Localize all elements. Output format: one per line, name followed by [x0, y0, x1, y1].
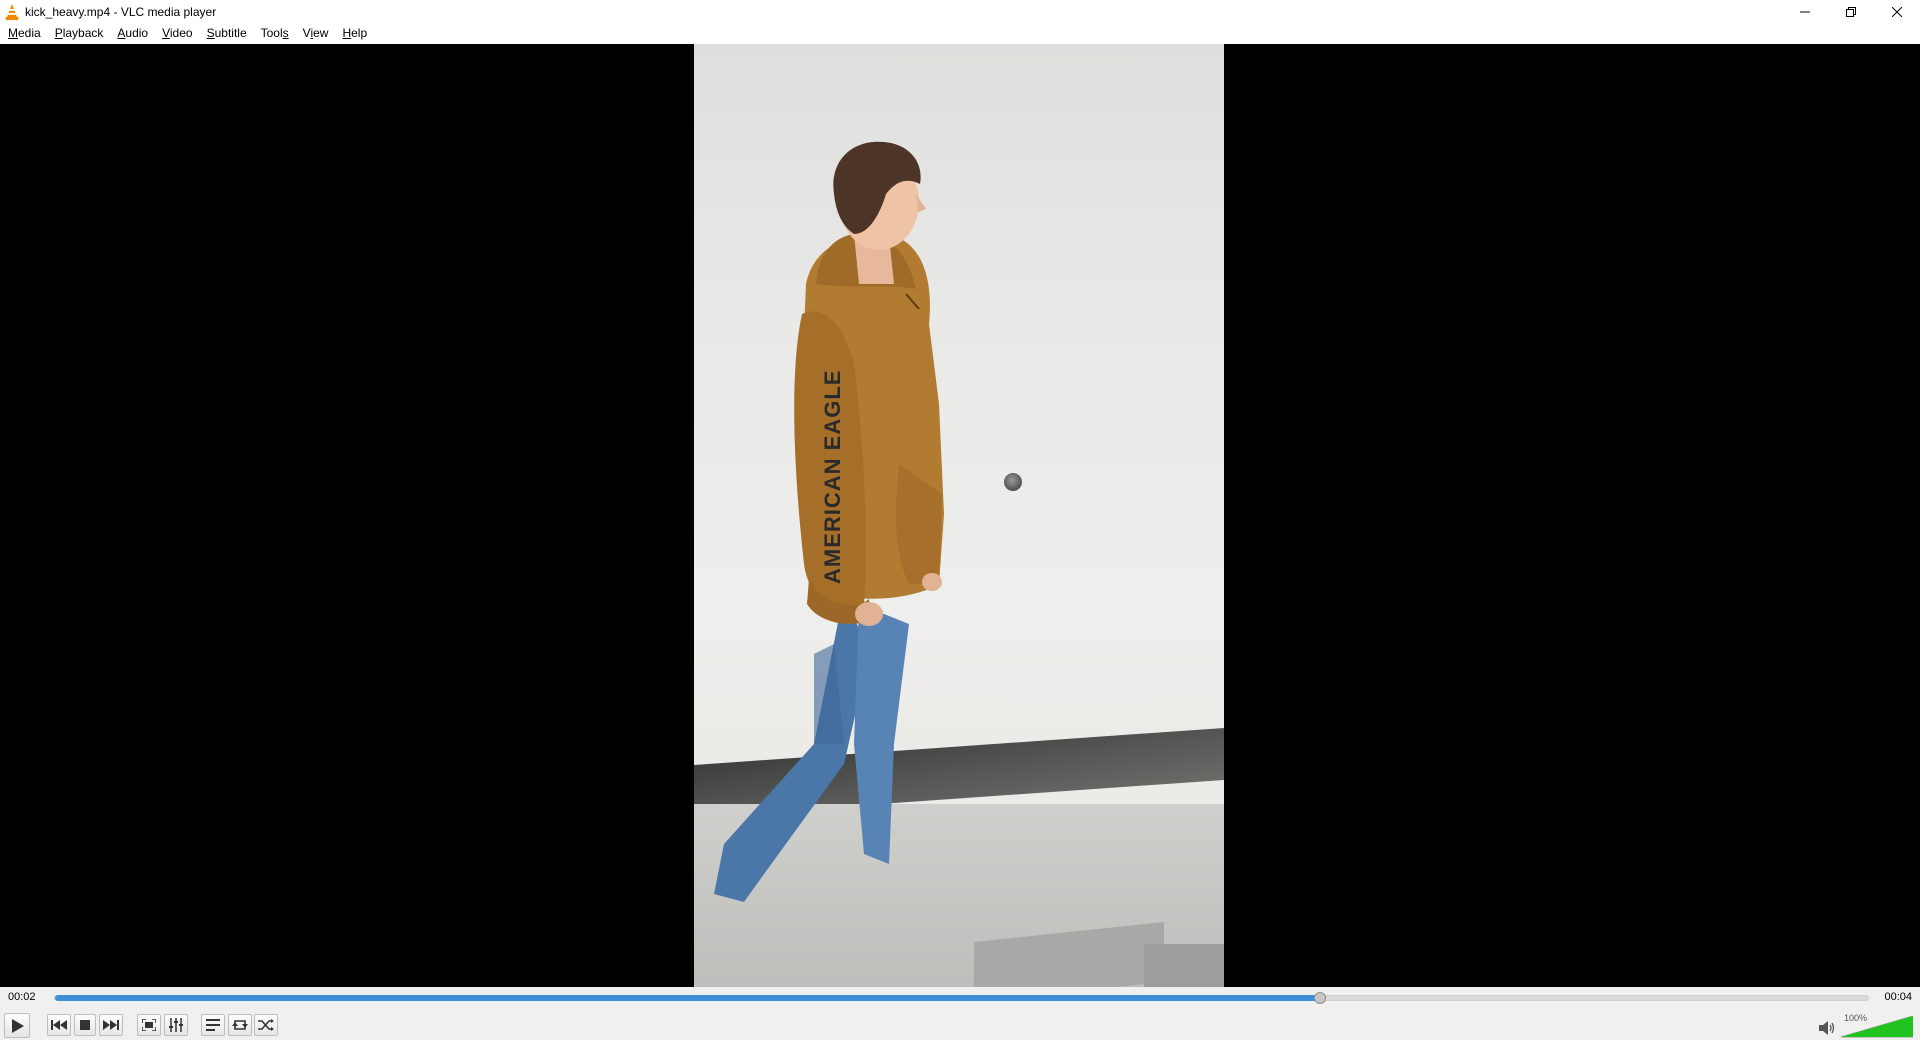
- menu-playback[interactable]: Playback: [48, 23, 111, 44]
- play-icon: [12, 1018, 24, 1033]
- vlc-cone-icon[interactable]: [4, 3, 20, 20]
- stop-button[interactable]: [74, 1014, 96, 1036]
- close-icon: [1892, 6, 1902, 17]
- seek-progress: [55, 995, 1320, 1001]
- playlist-icon: [206, 1019, 220, 1031]
- window-title: kick_heavy.mp4 - VLC media player: [25, 4, 217, 19]
- seek-row: 00:02 00:04: [0, 987, 1920, 1010]
- restore-button[interactable]: [1828, 0, 1874, 23]
- seek-slider[interactable]: [54, 992, 1869, 1004]
- video-frame: AMERICAN EAGLE: [694, 44, 1224, 987]
- menu-bar: Media Playback Audio Video Subtitle Tools View…: [0, 23, 1920, 44]
- menu-subtitle[interactable]: Subtitle: [200, 23, 254, 44]
- playlist-button[interactable]: [201, 1014, 225, 1036]
- loop-icon: [232, 1020, 248, 1030]
- title-bar: kick_heavy.mp4 - VLC media player: [0, 0, 1920, 23]
- volume-slider[interactable]: [1841, 1016, 1913, 1038]
- previous-button[interactable]: [47, 1014, 71, 1036]
- elapsed-time: 00:02: [8, 991, 36, 1003]
- play-button[interactable]: [4, 1013, 30, 1038]
- speaker-icon[interactable]: [1818, 1020, 1836, 1036]
- fullscreen-icon: [142, 1019, 156, 1031]
- minimize-icon: [1800, 11, 1810, 12]
- extended-settings-button[interactable]: [164, 1014, 188, 1036]
- minimize-button[interactable]: [1782, 0, 1828, 23]
- restore-icon: [1846, 6, 1856, 17]
- person-walking: AMERICAN EAGLE: [714, 141, 944, 902]
- video-display[interactable]: AMERICAN EAGLE: [0, 44, 1920, 987]
- random-button[interactable]: [254, 1014, 278, 1036]
- close-button[interactable]: [1874, 0, 1920, 23]
- menu-audio[interactable]: Audio: [110, 23, 155, 44]
- skip-previous-icon: [51, 1020, 67, 1030]
- stop-icon: [80, 1020, 90, 1030]
- menu-media[interactable]: Media: [1, 23, 48, 44]
- next-button[interactable]: [99, 1014, 123, 1036]
- loop-button[interactable]: [228, 1014, 252, 1036]
- total-time: 00:04: [1884, 991, 1912, 1003]
- menu-video[interactable]: Video: [155, 23, 199, 44]
- equalizer-icon: [169, 1018, 183, 1032]
- menu-help[interactable]: Help: [335, 23, 374, 44]
- seek-handle[interactable]: [1314, 992, 1326, 1004]
- sleeve-text: AMERICAN EAGLE: [820, 370, 845, 584]
- menu-tools[interactable]: Tools: [254, 23, 296, 44]
- skip-next-icon: [103, 1020, 119, 1030]
- shuffle-icon: [258, 1019, 274, 1031]
- menu-view[interactable]: View: [296, 23, 336, 44]
- fullscreen-button[interactable]: [137, 1014, 161, 1036]
- controls-bar: 100%: [0, 1010, 1920, 1040]
